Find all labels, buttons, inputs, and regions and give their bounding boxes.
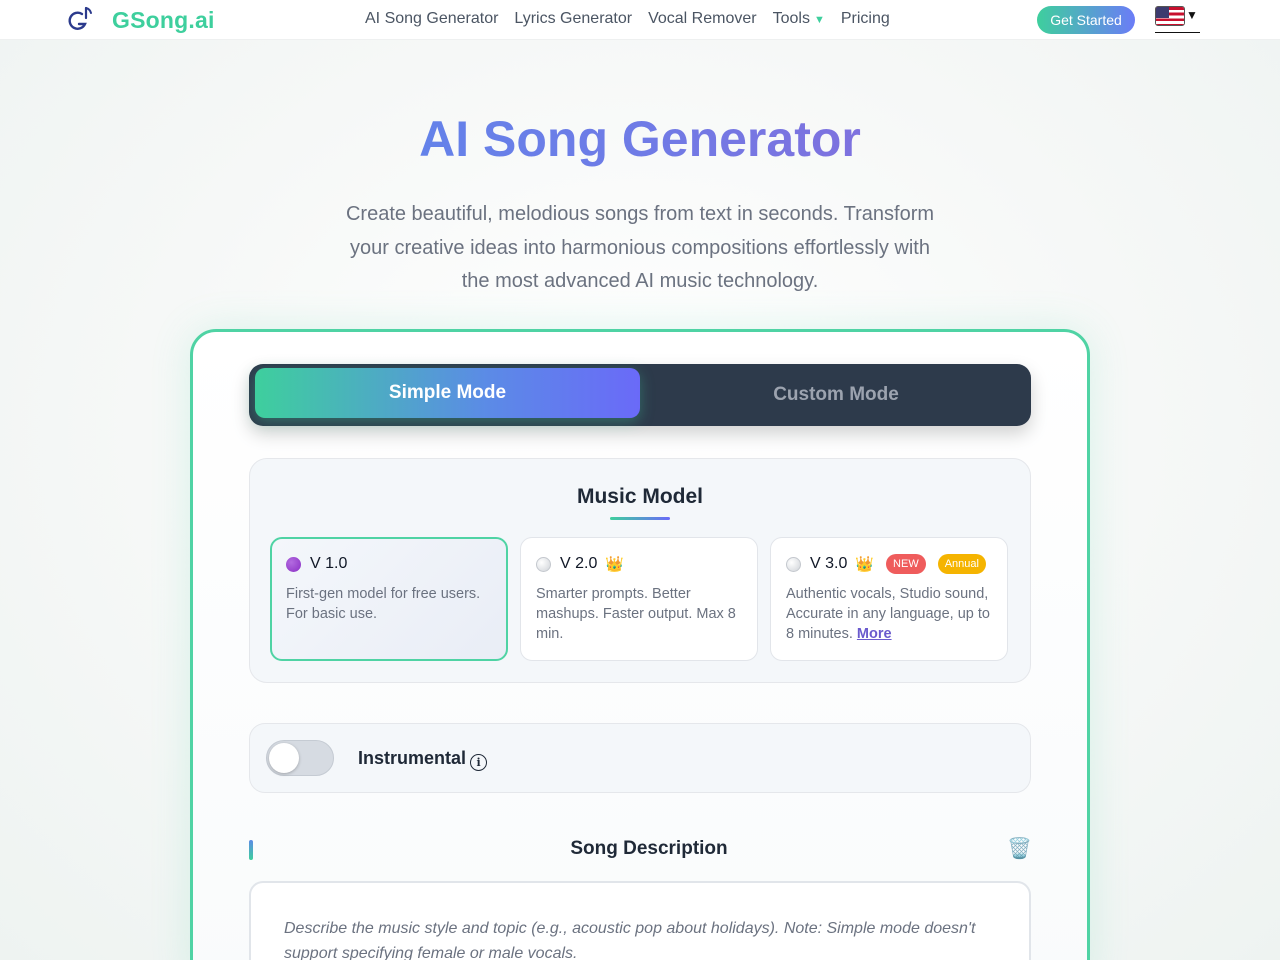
page-title: AI Song Generator [0, 110, 1280, 168]
white-circle-icon [786, 556, 801, 572]
model-option-v1[interactable]: V 1.0 First-gen model for free users. Fo… [270, 537, 508, 661]
model-name: V 2.0 [560, 555, 598, 572]
top-nav: GSong.ai AI Song Generator Lyrics Genera… [0, 0, 1280, 40]
nav-link-tools[interactable]: Tools ▼ [773, 10, 825, 28]
model-description: First-gen model for free users. For basi… [286, 586, 481, 622]
model-name: V 1.0 [310, 555, 348, 572]
nav-link-pricing[interactable]: Pricing [841, 10, 890, 28]
new-badge: NEW [886, 554, 926, 574]
hero-subtitle: Create beautiful, melodious songs from t… [345, 203, 935, 292]
brand-name[interactable]: GSong.ai [112, 7, 215, 34]
model-description: Authentic vocals, Studio sound, Accurate… [786, 584, 992, 644]
annual-badge: Annual [937, 554, 986, 574]
model-name: V 3.0 [810, 555, 848, 572]
mode-switch: Simple Mode Custom Mode [249, 364, 1031, 426]
nav-link-tools-label: Tools [772, 10, 810, 27]
music-model-title: Music Model [576, 485, 703, 508]
custom-mode-tab[interactable]: Custom Mode [647, 370, 1025, 420]
chevron-down-icon: ▼ [813, 14, 825, 26]
us-flag-icon [1155, 6, 1185, 26]
model-description: Smarter prompts. Better mashups. Faster … [536, 586, 736, 642]
instrumental-label: Instrumental i [358, 748, 488, 771]
music-model-panel: Music Model V 1.0 First-gen model for fr… [249, 458, 1031, 683]
song-description-title: Song Description [570, 838, 728, 859]
nav-link-vocal-remover[interactable]: Vocal Remover [648, 10, 757, 28]
toggle-knob [269, 743, 299, 773]
more-link[interactable]: More [857, 626, 892, 642]
nav-link-lyrics-generator[interactable]: Lyrics Generator [514, 10, 632, 28]
instrumental-toggle[interactable] [266, 740, 334, 776]
simple-mode-tab[interactable]: Simple Mode [255, 368, 640, 418]
caret-down-icon: ▼ [1186, 8, 1198, 22]
generator-card: Simple Mode Custom Mode Music Model V 1.… [190, 329, 1090, 960]
nav-link-ai-song-generator[interactable]: AI Song Generator [365, 10, 498, 28]
white-circle-icon [536, 556, 551, 572]
music-note-logo-icon[interactable] [66, 5, 94, 33]
info-icon[interactable]: i [470, 754, 488, 771]
crown-icon: 👑 [855, 556, 875, 573]
purple-circle-icon [286, 556, 301, 572]
language-selector[interactable]: ▼ [1155, 6, 1200, 33]
song-description-input[interactable]: Describe the music style and topic (e.g.… [249, 881, 1031, 960]
instrumental-label-text: Instrumental [358, 748, 467, 768]
nav-links: AI Song Generator Lyrics Generator Vocal… [365, 10, 890, 28]
crown-icon: 👑 [605, 556, 625, 573]
trash-icon[interactable]: 🗑️ [1007, 836, 1032, 861]
model-option-v3[interactable]: V 3.0 👑 NEW Annual Authentic vocals, Stu… [770, 537, 1008, 661]
title-underline [610, 517, 670, 520]
model-option-v2[interactable]: V 2.0 👑 Smarter prompts. Better mashups.… [520, 537, 758, 661]
instrumental-panel: Instrumental i [249, 723, 1031, 793]
get-started-button[interactable]: Get Started [1037, 6, 1135, 34]
